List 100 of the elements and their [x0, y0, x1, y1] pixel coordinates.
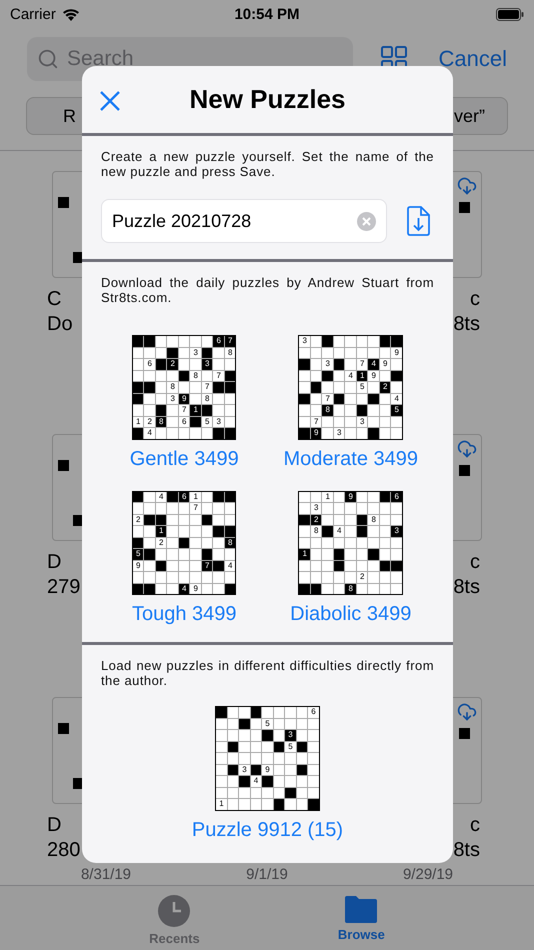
grid-cell: 9: [262, 764, 273, 775]
grid-cell: 4: [345, 370, 356, 381]
grid-cell: 5: [262, 718, 273, 729]
grid-cell: 9: [178, 394, 190, 404]
puzzle-name: C: [47, 287, 62, 312]
grid-cell: 2: [144, 416, 155, 427]
grid-cell: 3: [190, 348, 201, 358]
tab-button[interactable]: Browse: [338, 894, 385, 950]
grid-cell: 8: [167, 382, 178, 392]
grid-cell: 9: [380, 359, 390, 370]
grid-cell: 3: [202, 359, 212, 370]
grid-cell: 3: [356, 416, 368, 427]
grid-cell: 6: [178, 492, 190, 502]
grid-cell: 7: [213, 370, 224, 381]
grid-cell: 6: [391, 492, 402, 502]
grid-cell: 7: [190, 503, 201, 514]
cancel-button[interactable]: Cancel: [438, 46, 507, 72]
grid-cell: 4: [368, 359, 379, 370]
grid-cell: 5: [132, 549, 144, 560]
save-document-icon[interactable]: [406, 206, 431, 236]
grid-cell: 3: [299, 336, 310, 346]
grid-cell: 2: [380, 382, 390, 392]
grid-cell: 7: [310, 416, 322, 427]
puzzle-name: c: [470, 287, 481, 312]
grid-cell: 3: [322, 359, 333, 370]
puzzle-name: 279: [47, 575, 80, 600]
grid-cell: 9: [310, 428, 322, 438]
wifi-icon: [62, 8, 80, 20]
grid-cell: 1: [132, 416, 144, 427]
grid-cell: 2: [156, 538, 166, 548]
clock-icon: [157, 894, 192, 928]
download-instructions: Download the daily puzzles by Andrew Stuart from Str8ts.com.: [101, 275, 434, 305]
grid-cell: 1: [190, 405, 201, 416]
puzzle-grid[interactable]: 6 5 3 5 3 9 4 1: [215, 706, 320, 810]
grid-cell: 1: [156, 526, 166, 536]
puzzle-date: 9/1/19: [245, 865, 289, 885]
grid-cell: 4: [334, 526, 344, 536]
puzzle-link[interactable]: Diabolic 3499: [290, 603, 412, 626]
grid-cell: 7: [322, 394, 333, 404]
grid-cell: 1: [299, 549, 310, 560]
grid-cell: 3: [310, 503, 322, 514]
grid-cell: 2: [310, 514, 322, 525]
tab-button[interactable]: Recents: [149, 894, 200, 950]
puzzle-link[interactable]: Gentle 3499: [130, 448, 239, 470]
grid-cell: 4: [224, 560, 236, 571]
grid-cell: 6: [308, 707, 319, 718]
grid-cell: 9: [132, 560, 144, 571]
grid-cell: 3: [213, 416, 224, 427]
puzzle-name: c: [470, 813, 481, 838]
grid-cell: 8: [202, 394, 212, 404]
grid-cell: 1: [356, 370, 368, 381]
grid-cell: 5: [356, 382, 368, 392]
puzzle-grid[interactable]: 3 9 3 7 4 9 4 1 9 5 2 7 4 8 5 7 3 9 3: [298, 335, 403, 440]
dialog-title: New Puzzles: [189, 84, 346, 115]
grid-cell: 8: [190, 370, 201, 381]
grid-cell: 3: [285, 730, 296, 740]
grid-cell: 3: [239, 764, 250, 775]
puzzle-grid[interactable]: 1 9 6 3 2 8 8 4 3 1 2 8: [298, 490, 403, 595]
grid-cell: 5: [202, 416, 212, 427]
puzzle-grid[interactable]: 4 6 1 7 2 1 2 8 5 9 7 4 4 9: [132, 490, 236, 595]
grid-cell: 8: [310, 526, 322, 536]
puzzle-link[interactable]: Puzzle 9912 (15): [192, 818, 344, 842]
grid-cell: 7: [178, 405, 190, 416]
puzzle-name: c: [470, 550, 481, 575]
grid-cell: 4: [250, 776, 262, 786]
puzzle-link[interactable]: Tough 3499: [132, 603, 237, 626]
grid-cell: 8: [368, 514, 379, 525]
grid-cell: 4: [178, 584, 190, 594]
grid-cell: 1: [322, 492, 333, 502]
clear-icon[interactable]: [357, 212, 376, 230]
puzzle-link[interactable]: Moderate 3499: [283, 448, 418, 470]
create-instructions: Create a new puzzle yourself. Set the name of the new puzzle and press Save.: [101, 149, 434, 179]
clock-time: 10:54 PM: [234, 6, 300, 22]
grid-cell: 1: [216, 799, 227, 810]
carrier-label: Carrier: [10, 6, 56, 22]
grid-cell: 6: [213, 336, 224, 346]
cloud-download-icon[interactable]: [457, 439, 477, 459]
cloud-download-icon[interactable]: [457, 176, 477, 196]
grid-cell: 3: [334, 428, 344, 438]
name-input-field[interactable]: Puzzle 20210728: [101, 199, 387, 243]
grid-cell: 9: [368, 370, 379, 381]
grid-cell: 7: [202, 382, 212, 392]
cloud-download-icon[interactable]: [457, 702, 477, 722]
grid-cell: 7: [356, 359, 368, 370]
grid-cell: 9: [391, 348, 402, 358]
grid-cell: 4: [156, 492, 166, 502]
battery-icon: [496, 8, 524, 20]
grid-cell: 8: [345, 584, 356, 594]
puzzle-name: D: [47, 550, 62, 575]
grid-cell: 2: [167, 359, 178, 370]
grid-cell: 1: [190, 492, 201, 502]
grid-cell: 2: [132, 514, 144, 525]
close-icon[interactable]: [99, 90, 121, 112]
puzzle-name: 8ts: [453, 312, 481, 337]
grid-cell: 3: [167, 394, 178, 404]
puzzle-name: D: [47, 813, 62, 838]
grid-cell: 2: [356, 572, 368, 582]
puzzle-date: 9/29/19: [402, 865, 454, 885]
puzzle-grid[interactable]: 6 7 3 8 6 2 3 8 7 8 7 3 9 8 7 1 1 2 8 6 5 3 4: [132, 335, 236, 440]
grid-cell: 9: [190, 584, 201, 594]
